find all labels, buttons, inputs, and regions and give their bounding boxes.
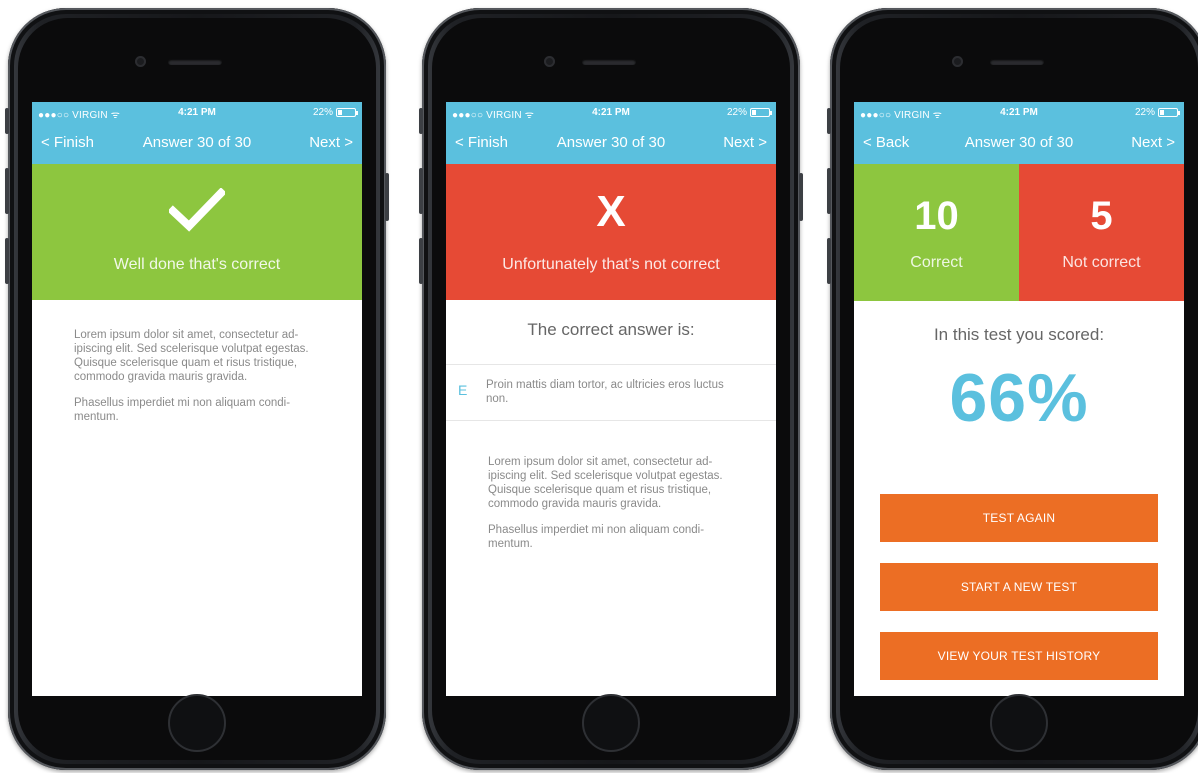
mute-switch	[419, 108, 423, 134]
power-button	[799, 173, 803, 221]
test-again-button[interactable]: TEST AGAIN	[880, 494, 1158, 542]
correct-count-panel: 10 Correct	[854, 164, 1019, 301]
battery-percent: 22%	[726, 107, 747, 118]
front-camera	[135, 56, 146, 67]
nav-bar: < Finish Answer 30 of 30 Next >	[446, 124, 776, 164]
next-button[interactable]: Next >	[309, 134, 353, 151]
x-mark-icon: X	[596, 187, 626, 236]
battery-indicator: 22%	[726, 107, 772, 118]
battery-percent: 22%	[1134, 107, 1155, 118]
battery-indicator: 22%	[312, 107, 358, 118]
view-test-history-button[interactable]: VIEW YOUR TEST HISTORY	[880, 632, 1158, 680]
screen: ●●●○○ VIRGIN ᯤ 4:21 PM 22% < Back Answer…	[854, 102, 1184, 696]
phone-frame-incorrect: ●●●○○ VIRGIN ᯤ 4:21 PM 22% < Finish Answ…	[419, 8, 803, 770]
power-button	[385, 173, 389, 221]
status-bar: ●●●○○ VIRGIN ᯤ 4:21 PM 22%	[446, 102, 776, 124]
battery-indicator: 22%	[1134, 107, 1180, 118]
home-button	[582, 694, 640, 752]
volume-down-button	[827, 238, 831, 284]
explanation-paragraph: Phasellus imperdiet mi non aliquam condi…	[74, 397, 291, 423]
explanation-text: Lorem ipsum dolor sit amet, consectetur …	[446, 421, 776, 551]
correct-count: 10	[914, 194, 959, 238]
mockup-stage: ●●●○○ VIRGIN ᯤ 4:21 PM 22% < Finish Answ…	[0, 0, 1198, 773]
status-bar: ●●●○○ VIRGIN ᯤ 4:21 PM 22%	[32, 102, 362, 124]
correct-label: Correct	[910, 254, 963, 271]
phone-frame-correct: ●●●○○ VIRGIN ᯤ 4:21 PM 22% < Finish Answ…	[5, 8, 389, 770]
next-button[interactable]: Next >	[1131, 134, 1175, 151]
mute-switch	[827, 108, 831, 134]
phone-frame-score: ●●●○○ VIRGIN ᯤ 4:21 PM 22% < Back Answer…	[827, 8, 1198, 770]
home-button	[168, 694, 226, 752]
battery-percent: 22%	[312, 107, 333, 118]
volume-down-button	[5, 238, 9, 284]
earpiece-speaker	[168, 59, 222, 65]
volume-up-button	[419, 168, 423, 214]
explanation-paragraph: Phasellus imperdiet mi non aliquam condi…	[488, 524, 705, 550]
correct-answer-row: E Proin mattis diam tortor, ac ultricies…	[446, 364, 776, 421]
checkmark-icon	[32, 188, 362, 236]
screen: ●●●○○ VIRGIN ᯤ 4:21 PM 22% < Finish Answ…	[32, 102, 362, 696]
battery-icon	[1158, 108, 1180, 117]
front-camera	[544, 56, 555, 67]
start-new-test-button[interactable]: START A NEW TEST	[880, 563, 1158, 611]
incorrect-count: 5	[1090, 194, 1113, 238]
answer-text: Proin mattis diam tortor, ac ultricies e…	[486, 379, 724, 405]
mute-switch	[5, 108, 9, 134]
result-banner-incorrect: X Unfortunately that's not correct	[446, 164, 776, 300]
result-message: Well done that's correct	[113, 256, 281, 273]
nav-bar: < Finish Answer 30 of 30 Next >	[32, 124, 362, 164]
battery-icon	[750, 108, 772, 117]
status-bar: ●●●○○ VIRGIN ᯤ 4:21 PM 22%	[854, 102, 1184, 124]
earpiece-speaker	[990, 59, 1044, 65]
incorrect-count-panel: 5 Not correct	[1019, 164, 1184, 301]
correct-answer-heading: The correct answer is:	[527, 320, 695, 339]
volume-up-button	[827, 168, 831, 214]
volume-down-button	[419, 238, 423, 284]
front-camera	[952, 56, 963, 67]
battery-icon	[336, 108, 358, 117]
volume-up-button	[5, 168, 9, 214]
answer-letter: E	[458, 382, 468, 398]
scored-label: In this test you scored:	[933, 325, 1105, 344]
nav-bar: < Back Answer 30 of 30 Next >	[854, 124, 1184, 164]
explanation-text: Lorem ipsum dolor sit amet, consectetur …	[32, 300, 362, 424]
screen: ●●●○○ VIRGIN ᯤ 4:21 PM 22% < Finish Answ…	[446, 102, 776, 696]
result-banner-correct: Well done that's correct	[32, 164, 362, 300]
result-message: Unfortunately that's not correct	[502, 256, 720, 273]
earpiece-speaker	[582, 59, 636, 65]
home-button	[990, 694, 1048, 752]
score-summary: 10 Correct 5 Not correct	[854, 164, 1184, 301]
score-percent: 66%	[949, 360, 1089, 436]
explanation-paragraph: Lorem ipsum dolor sit amet, consectetur …	[488, 456, 723, 510]
next-button[interactable]: Next >	[723, 134, 767, 151]
incorrect-label: Not correct	[1062, 254, 1141, 271]
explanation-paragraph: Lorem ipsum dolor sit amet, consectetur …	[74, 329, 309, 383]
